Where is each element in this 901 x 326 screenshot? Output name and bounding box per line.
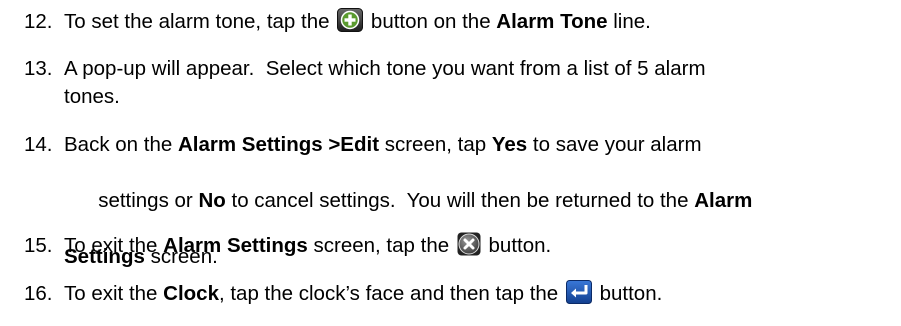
text-bold: Alarm Tone	[496, 10, 608, 33]
text-segment: settings or	[98, 189, 199, 212]
step-number: 16.	[24, 282, 53, 305]
step-number: 13.	[24, 57, 53, 80]
text-bold: Alarm	[694, 189, 753, 212]
text-line: A pop-up will appear. Select which tone …	[64, 57, 706, 80]
text-segment: screen, tap	[379, 133, 492, 156]
text-segment: Back on the	[64, 133, 178, 156]
text-segment: screen, tap the	[307, 234, 455, 257]
step-number: 14.	[24, 133, 53, 156]
text-segment: To exit the	[64, 234, 164, 257]
text-segment: button.	[593, 282, 663, 305]
text-segment: To set the alarm tone, tap the	[64, 10, 336, 33]
text-segment: button on the	[365, 10, 497, 33]
text-line: tones.	[64, 85, 120, 108]
return-icon	[565, 280, 592, 304]
step-text: To exit the Alarm Settings screen, tap t…	[64, 232, 884, 260]
step-text: To set the alarm tone, tap the button on…	[64, 8, 884, 36]
text-bold: Yes	[491, 133, 528, 156]
step-text: To exit the Clock, tap the clock’s face …	[64, 280, 884, 308]
text-segment: to save your alarm	[527, 133, 702, 156]
text-bold: Alarm Settings	[163, 234, 308, 257]
text-bold: Clock	[163, 282, 219, 305]
plus-icon	[337, 8, 364, 32]
text-bold: No	[198, 189, 226, 212]
step-number: 15.	[24, 234, 53, 257]
text-segment: To exit the	[64, 282, 164, 305]
text-segment: button.	[482, 234, 552, 257]
step-number: 12.	[24, 10, 53, 33]
text-segment: line.	[607, 10, 651, 33]
close-icon	[457, 232, 481, 256]
step-text: A pop-up will appear. Select which tone …	[64, 55, 884, 111]
text-segment: , tap the clock’s face and then tap the	[218, 282, 564, 305]
text-segment: to cancel settings. You will then be ret…	[225, 189, 695, 212]
text-bold: Alarm Settings >Edit	[177, 133, 380, 156]
